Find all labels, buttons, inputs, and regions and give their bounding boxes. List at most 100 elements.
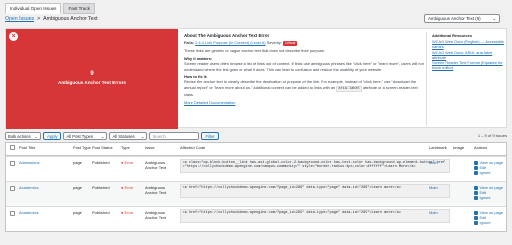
aria-label-code: aria-label [336, 85, 362, 92]
affected-code: <a class="wp-block-button__link has-ast-… [180, 159, 450, 173]
issue-name: Ambiguous Anchor Text [145, 210, 167, 220]
severity-badge: Critical [282, 40, 298, 46]
row-checkbox[interactable] [10, 161, 15, 166]
item-count: 1 – 9 of 9 issues [477, 133, 507, 138]
page: Individual Open Issues Fast Track Open I… [0, 0, 512, 245]
error-icon: ● [121, 210, 124, 215]
bulk-actions-select[interactable]: Bulk actions ⌄ [5, 132, 41, 140]
col-post-type[interactable]: Post Type [73, 145, 91, 150]
select-all-checkbox[interactable] [10, 145, 15, 150]
col-issue[interactable]: Issue [145, 145, 155, 150]
why-text: Screen reader users often browse a list … [184, 61, 424, 72]
tab-fast-track[interactable]: Fast Track [63, 3, 95, 14]
additional-resources: Additional Resources WCAG Web Docs (Engl… [432, 33, 504, 70]
chevron-down-icon: ⌄ [34, 133, 38, 139]
error-icon: ● [121, 185, 124, 190]
error-icon: ● [121, 160, 124, 165]
post-status: Published [92, 160, 110, 165]
col-post-title[interactable]: Post Title [19, 145, 35, 150]
eye-icon [474, 210, 478, 215]
ignore-action[interactable]: Ignore [474, 195, 503, 200]
post-status: Published [92, 210, 110, 215]
post-title-link[interactable]: Academics [19, 185, 39, 190]
breadcrumb-current: Ambiguous Anchor Text [43, 16, 98, 22]
wcag-criterion-link[interactable]: 2.4.4 Link Purpose (In Context) (Level A… [195, 40, 265, 45]
table-header-row: Post Title Post Type Post Status Type Is… [6, 143, 506, 156]
ignore-icon [474, 220, 478, 225]
col-post-status[interactable]: Post Status [92, 145, 112, 150]
post-type: page [73, 185, 82, 190]
type-badge: ● Error [121, 185, 134, 190]
filter-button[interactable]: Filter [201, 132, 219, 140]
pencil-icon [474, 190, 478, 195]
type-badge: ● Error [121, 160, 134, 165]
about-error-section: About The Ambiguous Anchor Text Error Fa… [184, 33, 424, 105]
post-type: page [73, 210, 82, 215]
col-image: Image [453, 145, 465, 150]
chevron-down-icon: ⌄ [492, 15, 496, 21]
post-type: page [73, 160, 82, 165]
close-icon[interactable]: × [9, 32, 18, 41]
issue-name: Ambiguous Anchor Text [145, 185, 167, 195]
ignore-icon [474, 195, 478, 200]
type-badge: ● Error [121, 210, 134, 215]
issue-name: Ambiguous Anchor Text [145, 160, 167, 170]
issues-table: Post Title Post Type Post Status Type Is… [5, 142, 507, 232]
table-row: Admissions page Published ● Error Ambigu… [6, 156, 506, 181]
breadcrumb-separator: > [37, 16, 41, 22]
eye-icon [474, 185, 478, 190]
chevron-down-icon: ⌄ [100, 133, 105, 139]
ignore-action[interactable]: Ignore [474, 170, 503, 175]
post-type-filter[interactable]: All Post Types ⌄ [63, 132, 108, 140]
col-type[interactable]: Type [121, 145, 130, 150]
pencil-icon [474, 165, 478, 170]
resource-link[interactable]: WCAG Web Docs: ARIA: aria-label attribut… [432, 50, 504, 60]
table-toolbar: Bulk actions ⌄ Apply All Post Types ⌄ Al… [5, 131, 507, 141]
issue-detail-panel: × 9 Ambiguous Anchor Text Errors About T… [5, 28, 507, 129]
eye-icon [474, 160, 478, 165]
pencil-icon [474, 215, 478, 220]
ignore-icon [474, 170, 478, 175]
about-title: About The Ambiguous Anchor Text Error [184, 33, 270, 38]
col-actions: Actions [474, 145, 488, 150]
error-count: 9 [90, 71, 94, 77]
row-actions: View on page Edit Ignore [474, 210, 503, 225]
status-filter[interactable]: All Statuses ⌄ [109, 132, 148, 140]
documentation-link[interactable]: More Detailed Documentation [184, 100, 235, 105]
fails-line: Fails: 2.4.4 Link Purpose (In Context) (… [184, 39, 298, 46]
ignore-action[interactable]: Ignore [474, 220, 503, 225]
error-summary-box: × 9 Ambiguous Anchor Text Errors [6, 29, 178, 129]
landmark-link[interactable]: Main [429, 185, 438, 190]
search-input[interactable]: Search [149, 132, 200, 140]
resources-title: Additional Resources [432, 33, 472, 38]
issue-type-select[interactable]: Ambiguous Anchor Text (9) ⌄ [424, 14, 500, 23]
row-actions: View on page Edit Ignore [474, 185, 503, 200]
row-checkbox[interactable] [10, 211, 15, 216]
breadcrumb: Open Issues > Ambiguous Anchor Text [5, 16, 98, 22]
how-text: Revise the anchor text to clearly descri… [184, 79, 418, 97]
resource-link[interactable]: WCAG Web Docs (English) — Accessible nam… [432, 39, 504, 49]
tab-individual-open-issues[interactable]: Individual Open Issues [5, 3, 62, 14]
divider [426, 32, 427, 126]
apply-button[interactable]: Apply [43, 132, 62, 140]
error-count-label: Ambiguous Anchor Text Errors [58, 80, 126, 85]
issue-type-select-value: Ambiguous Anchor Text (9) [428, 16, 481, 21]
landmark-link[interactable]: Main [429, 160, 438, 165]
post-status: Published [92, 185, 110, 190]
table-row: Academics page Published ● Error Ambiguo… [6, 181, 506, 206]
row-checkbox[interactable] [10, 186, 15, 191]
view-tabs: Individual Open Issues Fast Track [5, 3, 95, 14]
affected-code: <a href="https://collychockdemo.wpengine… [180, 209, 450, 223]
row-actions: View on page Edit Ignore [474, 160, 503, 175]
col-affected-code: Affected Code [180, 145, 206, 150]
post-title-link[interactable]: Admissions [19, 160, 39, 165]
landmark-link[interactable]: Main [429, 210, 438, 215]
resource-link[interactable]: Screen Reader Text Format (Equalize for … [432, 60, 504, 70]
post-title-link[interactable]: Academics [19, 210, 39, 215]
breadcrumb-open-issues-link[interactable]: Open Issues [5, 16, 34, 22]
col-landmark: Landmark [429, 145, 447, 150]
affected-code: <a href="https://collychockdemo.wpengine… [180, 184, 450, 198]
intro-text: These links are generic or vague anchor … [184, 48, 326, 54]
chevron-down-icon: ⌄ [140, 133, 145, 139]
table-row: Academics page Published ● Error Ambiguo… [6, 206, 506, 231]
